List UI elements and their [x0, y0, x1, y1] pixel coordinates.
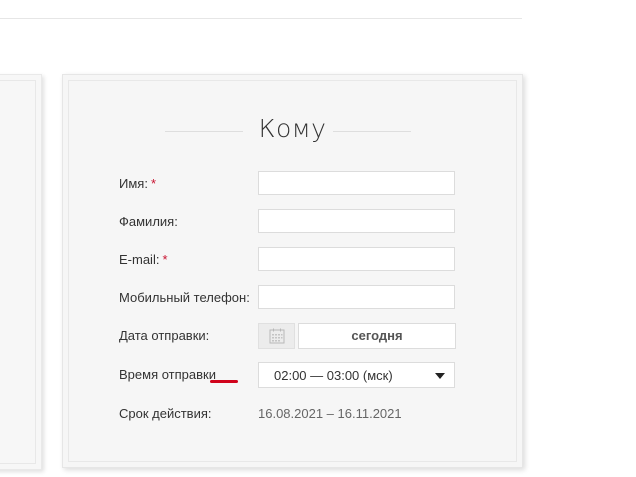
- email-label: E-mail: *: [119, 252, 168, 267]
- last-name-input[interactable]: [258, 209, 455, 233]
- send-date-row: Дата отправки: сегодня: [119, 323, 459, 349]
- send-time-value: 02:00 — 03:00 (мск): [274, 368, 393, 383]
- validity-label: Срок действия:: [119, 406, 212, 421]
- validity-value: 16.08.2021 – 16.11.2021: [258, 406, 402, 421]
- required-mark: *: [150, 176, 156, 191]
- previous-card: [0, 74, 42, 470]
- send-time-label: Время отправки: [119, 367, 216, 382]
- card-title: Кому: [258, 114, 327, 143]
- mobile-phone-label: Мобильный телефон:: [119, 290, 250, 305]
- send-date-label: Дата отправки:: [119, 328, 210, 343]
- first-name-label: Имя: *: [119, 176, 156, 191]
- mobile-phone-input[interactable]: [258, 285, 455, 309]
- last-name-label: Фамилия:: [119, 214, 178, 229]
- calendar-icon: [269, 328, 284, 344]
- top-divider: [0, 18, 522, 19]
- send-date-field[interactable]: сегодня: [298, 323, 456, 349]
- annotation-underline: [210, 380, 238, 383]
- chevron-down-icon: [435, 373, 445, 379]
- recipient-card: Кому Имя: * Фамилия: E-mail: * Мобильный т…: [62, 74, 523, 468]
- validity-row: Срок действия: 16.08.2021 – 16.11.2021: [119, 401, 459, 427]
- send-time-row: Время отправки 02:00 — 03:00 (мск): [119, 362, 459, 388]
- email-input[interactable]: [258, 247, 455, 271]
- first-name-row: Имя: *: [119, 171, 459, 197]
- previous-card-border: [0, 80, 36, 464]
- send-time-select[interactable]: 02:00 — 03:00 (мск): [258, 362, 455, 388]
- email-row: E-mail: *: [119, 247, 459, 273]
- last-name-row: Фамилия:: [119, 209, 459, 235]
- required-mark: *: [162, 252, 168, 267]
- mobile-phone-row: Мобильный телефон:: [119, 285, 459, 311]
- first-name-input[interactable]: [258, 171, 455, 195]
- calendar-button[interactable]: [258, 323, 295, 349]
